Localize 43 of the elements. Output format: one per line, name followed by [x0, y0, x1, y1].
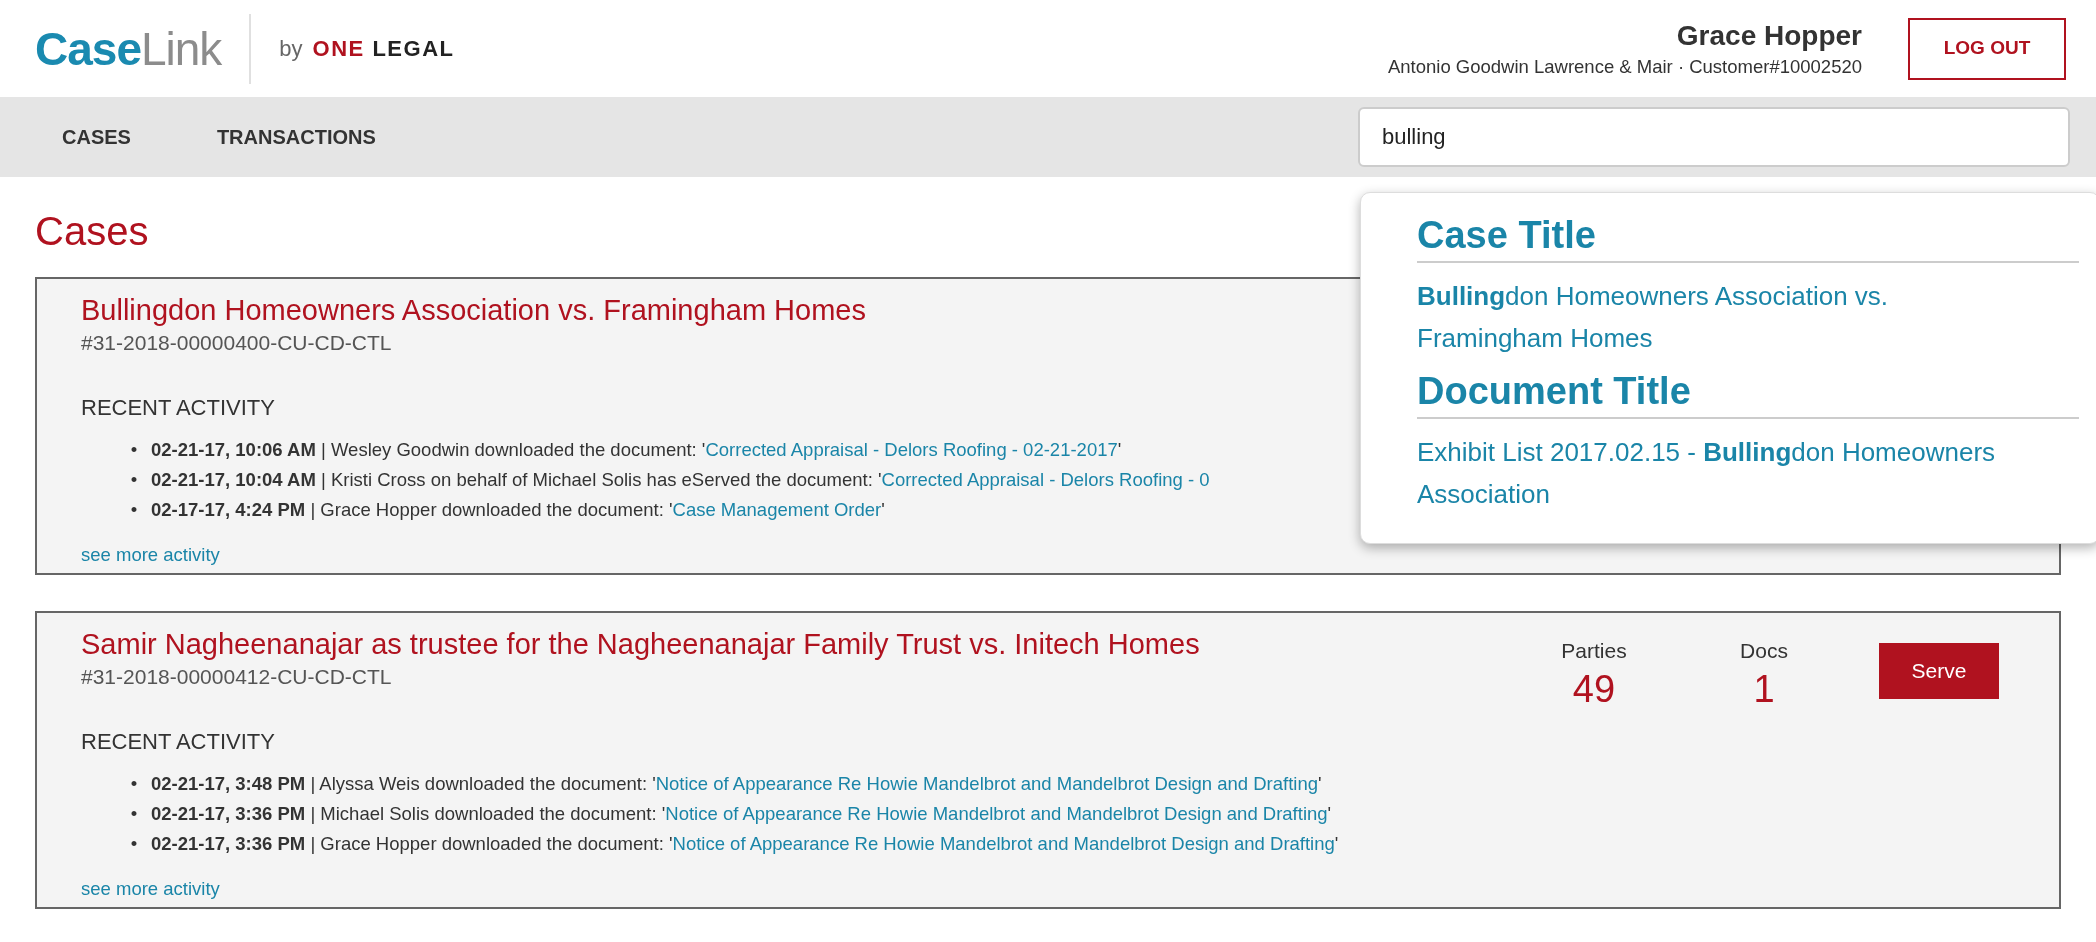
case-number: #31-2018-00000400-CU-CD-CTL — [81, 330, 392, 356]
activity-heading: RECENT ACTIVITY — [81, 394, 275, 422]
byline: by — [279, 35, 303, 63]
suggestion-heading: Case Title — [1417, 211, 2079, 263]
bullet: • — [129, 498, 139, 522]
nav-item[interactable]: TRANSACTIONS — [216, 122, 376, 152]
see-more-link[interactable]: see more activity — [81, 877, 220, 901]
stat-value: 49 — [1572, 666, 1616, 711]
activity-heading: RECENT ACTIVITY — [81, 728, 275, 756]
activity-entry: 02-21-17, 3:36 PM | Michael Solis downloaded the document: 'Notice of Appearance Re Howie Mandelbrot and Mandelbrot Design and Drafting' — [151, 802, 1332, 826]
bullet: • — [129, 802, 139, 826]
logout-button[interactable]: LOG OUT — [1908, 17, 2066, 80]
activity-entry: 02-21-17, 3:36 PM | Grace Hopper downloaded the document: 'Notice of Appearance Re Howie Mandelbrot and Mandelbrot Design and Drafting' — [151, 832, 1339, 856]
bullet: • — [129, 438, 139, 462]
activity-entry: 02-17-17, 4:24 PM | Grace Hopper downloaded the document: 'Case Management Order' — [151, 498, 885, 522]
suggestion-heading: Document Title — [1417, 367, 2079, 419]
user-name: Grace Hopper — [1676, 18, 1862, 53]
page-title: Cases — [35, 208, 149, 255]
stat-label: Docs — [1740, 638, 1788, 664]
suggestion-item[interactable]: Bullingdon Homeowners Association vs. Framingham Homes — [1417, 275, 2079, 359]
activity-entry: 02-21-17, 3:48 PM | Alyssa Weis downloaded the document: 'Notice of Appearance Re Howie Mandelbrot and Mandelbrot Design and Drafting' — [151, 772, 1322, 796]
activity-entry: 02-21-17, 10:04 AM | Kristi Cross on behalf of Michael Solis has eServed the document: 'Corrected Appraisal - Delors Roofing - 0 — [151, 468, 1210, 492]
brand-name: ONE LEGAL — [312, 35, 455, 63]
case-title[interactable]: Bullingdon Homeowners Association vs. Framingham Homes — [81, 291, 866, 329]
bullet: • — [129, 468, 139, 492]
stat-label: Parties — [1561, 638, 1627, 664]
stat-value: 1 — [1753, 666, 1775, 711]
activity-entry: 02-21-17, 10:06 AM | Wesley Goodwin downloaded the document: 'Corrected Appraisal - Delors Roofing - 02-21-2017' — [151, 438, 1122, 462]
bullet: • — [129, 832, 139, 856]
case-number: #31-2018-00000412-CU-CD-CTL — [81, 664, 392, 690]
account-info: Antonio Goodwin Lawrence & Mair · Customer#10002520 — [1387, 54, 1862, 79]
serve-button[interactable]: Serve — [1879, 643, 1999, 699]
document-link[interactable]: Corrected Appraisal - Delors Roofing - 02-21-2017 — [705, 439, 1118, 460]
suggestion-item[interactable]: Exhibit List 2017.02.15 - Bullingdon Homeowners Association — [1417, 431, 2079, 515]
document-link[interactable]: Notice of Appearance Re Howie Mandelbrot and Mandelbrot Design and Drafting — [672, 833, 1335, 854]
case-title[interactable]: Samir Nagheenanajar as trustee for the Nagheenanajar Family Trust vs. Initech Homes — [81, 625, 1200, 663]
search-field[interactable]: bulling — [1358, 107, 2070, 167]
document-link[interactable]: Notice of Appearance Re Howie Mandelbrot and Mandelbrot Design and Drafting — [655, 773, 1318, 794]
document-link[interactable]: Notice of Appearance Re Howie Mandelbrot and Mandelbrot Design and Drafting — [665, 803, 1328, 824]
bullet: • — [129, 772, 139, 796]
see-more-link[interactable]: see more activity — [81, 543, 220, 567]
caselink-logo[interactable]: CaseLink — [35, 25, 222, 72]
nav-item[interactable]: CASES — [62, 122, 131, 152]
